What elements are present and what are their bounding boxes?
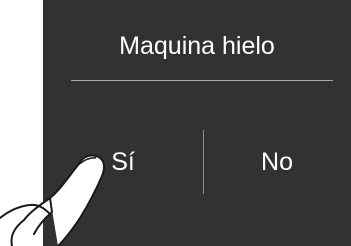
screen: Maquina hielo Sí No: [0, 0, 351, 246]
no-button[interactable]: No: [203, 130, 351, 194]
dialog-title: Maquina hielo: [119, 32, 275, 60]
confirm-dialog: Maquina hielo Sí No: [43, 0, 351, 246]
title-divider: [71, 80, 333, 81]
yes-button[interactable]: Sí: [43, 130, 203, 194]
